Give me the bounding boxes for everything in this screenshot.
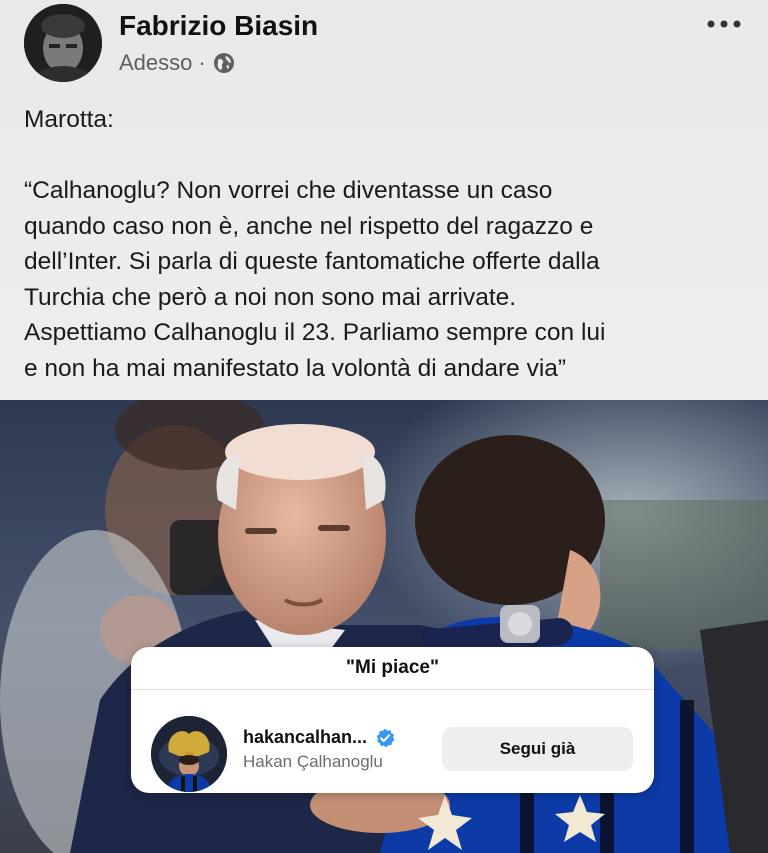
following-button[interactable]: Segui già (442, 727, 633, 771)
post-text-line: Marotta: (24, 106, 114, 133)
post-text-line: e non ha mai manifestato la volontà di a… (24, 354, 567, 382)
post-card: Fabrizio Biasin Adesso · Marotta: “Calha… (0, 0, 768, 400)
likes-popup-title: "Mi piace" (131, 647, 654, 690)
liker-full-name: Hakan Çalhanoglu (243, 752, 383, 771)
post-text-line: “Calhanoglu? Non vorrei che diventasse u… (24, 177, 553, 204)
post-text-line: dell’Inter. Si parla di queste fantomati… (24, 248, 600, 275)
liker-username-row[interactable]: hakancalhan... (243, 727, 395, 748)
author-avatar[interactable] (24, 4, 102, 82)
post-timestamp[interactable]: Adesso (119, 50, 192, 76)
post-text-line: Aspettiamo Calhanoglu il 23. Parliamo se… (24, 319, 606, 346)
liker-username[interactable]: hakancalhan... (243, 727, 367, 748)
author-name[interactable]: Fabrizio Biasin (119, 10, 318, 42)
post-text-line: Turchia che però a noi non sono mai arri… (24, 283, 517, 311)
post-text-line: quando caso non è, anche nel rispetto de… (24, 212, 594, 240)
more-horizontal-icon (707, 15, 741, 33)
post-text: Marotta: “Calhanoglu? Non vorrei che div… (24, 102, 750, 386)
meta-separator: · (198, 50, 206, 75)
globe-icon (212, 51, 236, 75)
post-meta: Adesso · (119, 50, 236, 76)
liker-avatar[interactable] (151, 716, 227, 792)
likes-popup: "Mi piace" hakancalhan... Hakan Çalhanog… (131, 647, 654, 793)
more-options-button[interactable] (700, 10, 748, 38)
verified-badge-icon (375, 728, 395, 748)
